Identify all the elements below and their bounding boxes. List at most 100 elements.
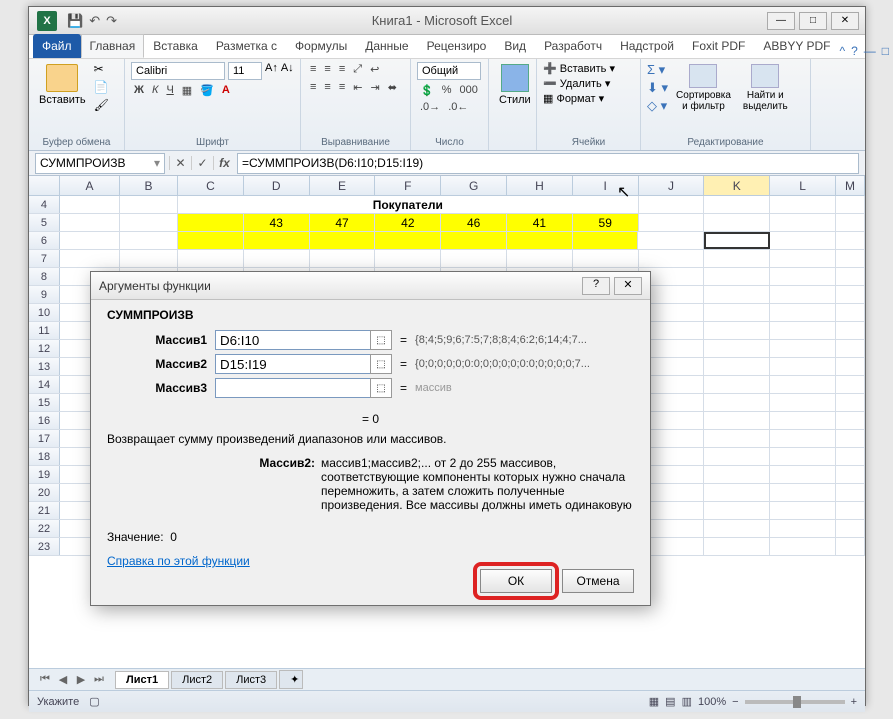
cell[interactable] bbox=[836, 322, 865, 339]
view-break-icon[interactable]: ▥ bbox=[682, 695, 692, 708]
dialog-close-icon[interactable]: ✕ bbox=[614, 277, 642, 295]
cell[interactable] bbox=[178, 214, 244, 231]
cell[interactable] bbox=[836, 358, 865, 375]
cell[interactable] bbox=[704, 214, 770, 231]
row-header[interactable]: 13 bbox=[29, 358, 60, 375]
tab-insert[interactable]: Вставка bbox=[144, 34, 207, 58]
zoom-slider[interactable] bbox=[745, 700, 845, 704]
orientation-icon[interactable]: ⤢ bbox=[350, 62, 365, 77]
cell[interactable] bbox=[704, 484, 770, 501]
sort-filter-button[interactable]: Сортировка и фильтр bbox=[672, 62, 735, 114]
cell[interactable] bbox=[704, 304, 770, 321]
doc-min-icon[interactable]: — bbox=[864, 44, 876, 58]
cell[interactable] bbox=[375, 250, 441, 267]
dec-inc-icon[interactable]: .0→ bbox=[417, 100, 443, 114]
cut-icon[interactable]: ✂ bbox=[94, 62, 109, 76]
sheet-tab[interactable]: Лист3 bbox=[225, 671, 277, 689]
copy-icon[interactable]: 📄 bbox=[94, 80, 109, 94]
cell[interactable]: 42 bbox=[375, 214, 441, 231]
cell[interactable] bbox=[244, 250, 310, 267]
cell[interactable] bbox=[120, 250, 178, 267]
cell[interactable]: 47 bbox=[310, 214, 376, 231]
col-header[interactable]: F bbox=[375, 176, 441, 195]
cell[interactable] bbox=[770, 286, 836, 303]
row-header[interactable]: 17 bbox=[29, 430, 60, 447]
cell[interactable] bbox=[836, 538, 865, 555]
cell[interactable] bbox=[704, 538, 770, 555]
comma-icon[interactable]: 000 bbox=[456, 83, 480, 98]
cell[interactable] bbox=[836, 412, 865, 429]
number-format-combo[interactable]: Общий bbox=[417, 62, 481, 80]
view-normal-icon[interactable]: ▦ bbox=[649, 695, 659, 708]
col-header[interactable]: L bbox=[770, 176, 836, 195]
cell[interactable] bbox=[441, 232, 507, 249]
cell[interactable] bbox=[60, 250, 120, 267]
cell[interactable] bbox=[704, 232, 770, 249]
minimize-ribbon-icon[interactable]: ^ bbox=[839, 44, 845, 58]
cell[interactable] bbox=[704, 466, 770, 483]
font-size-combo[interactable]: 11 bbox=[228, 62, 262, 80]
macro-record-icon[interactable]: ▢ bbox=[89, 695, 99, 708]
bold-icon[interactable]: Ж bbox=[131, 83, 147, 98]
sheet-tab[interactable]: Лист2 bbox=[171, 671, 223, 689]
cell[interactable] bbox=[836, 268, 865, 285]
cell[interactable] bbox=[639, 196, 705, 213]
align-right-icon[interactable]: ≡ bbox=[336, 80, 348, 95]
tab-file[interactable]: Файл bbox=[33, 34, 81, 58]
cell[interactable] bbox=[244, 232, 310, 249]
cell[interactable] bbox=[770, 394, 836, 411]
cell[interactable] bbox=[836, 376, 865, 393]
cell[interactable] bbox=[310, 250, 376, 267]
tab-review[interactable]: Рецензиро bbox=[418, 34, 496, 58]
percent-icon[interactable]: % bbox=[439, 83, 455, 98]
cell[interactable] bbox=[770, 250, 836, 267]
cell[interactable] bbox=[770, 484, 836, 501]
col-header[interactable]: E bbox=[310, 176, 376, 195]
name-box[interactable]: СУММПРОИЗВ▾ bbox=[35, 153, 165, 174]
cell[interactable] bbox=[770, 466, 836, 483]
row-header[interactable]: 11 bbox=[29, 322, 60, 339]
wrap-icon[interactable]: ↩ bbox=[367, 62, 382, 77]
cell[interactable] bbox=[704, 268, 770, 285]
cell[interactable] bbox=[704, 376, 770, 393]
row-header[interactable]: 6 bbox=[29, 232, 60, 249]
row-header[interactable]: 4 bbox=[29, 196, 60, 213]
col-header[interactable]: C bbox=[178, 176, 244, 195]
cell[interactable] bbox=[770, 520, 836, 537]
row-header[interactable]: 12 bbox=[29, 340, 60, 357]
cell[interactable] bbox=[770, 196, 836, 213]
cell[interactable] bbox=[836, 250, 865, 267]
fill-color-icon[interactable]: 🪣 bbox=[197, 83, 217, 98]
row-header[interactable]: 15 bbox=[29, 394, 60, 411]
cell[interactable] bbox=[704, 520, 770, 537]
cell[interactable] bbox=[836, 430, 865, 447]
indent-inc-icon[interactable]: ⇥ bbox=[367, 80, 382, 95]
fill-icon[interactable]: ⬇ ▾ bbox=[647, 80, 668, 96]
minimize-button[interactable]: — bbox=[767, 12, 795, 30]
cell[interactable] bbox=[375, 232, 441, 249]
tab-foxit[interactable]: Foxit PDF bbox=[683, 34, 754, 58]
sheet-tab[interactable]: Лист1 bbox=[115, 671, 169, 689]
zoom-level[interactable]: 100% bbox=[698, 696, 726, 708]
select-all-corner[interactable] bbox=[29, 176, 60, 195]
prev-sheet-icon[interactable]: ◀ bbox=[55, 673, 71, 686]
align-left-icon[interactable]: ≡ bbox=[307, 80, 319, 95]
close-button[interactable]: ✕ bbox=[831, 12, 859, 30]
formula-input[interactable] bbox=[237, 153, 859, 174]
cell[interactable] bbox=[704, 250, 770, 267]
cell[interactable] bbox=[704, 430, 770, 447]
cell[interactable] bbox=[770, 340, 836, 357]
col-header[interactable]: H bbox=[507, 176, 573, 195]
range-picker-icon[interactable]: ⬚ bbox=[370, 378, 392, 398]
cell[interactable] bbox=[310, 232, 376, 249]
undo-icon[interactable]: ↶ bbox=[89, 13, 100, 29]
shrink-font-icon[interactable]: A↓ bbox=[281, 62, 294, 80]
dec-dec-icon[interactable]: .0← bbox=[445, 100, 471, 114]
col-header[interactable]: B bbox=[120, 176, 178, 195]
cell[interactable] bbox=[770, 358, 836, 375]
row-header[interactable]: 8 bbox=[29, 268, 60, 285]
cell[interactable] bbox=[441, 250, 507, 267]
align-center-icon[interactable]: ≡ bbox=[321, 80, 333, 95]
cell[interactable] bbox=[60, 214, 120, 231]
cell[interactable] bbox=[770, 214, 836, 231]
